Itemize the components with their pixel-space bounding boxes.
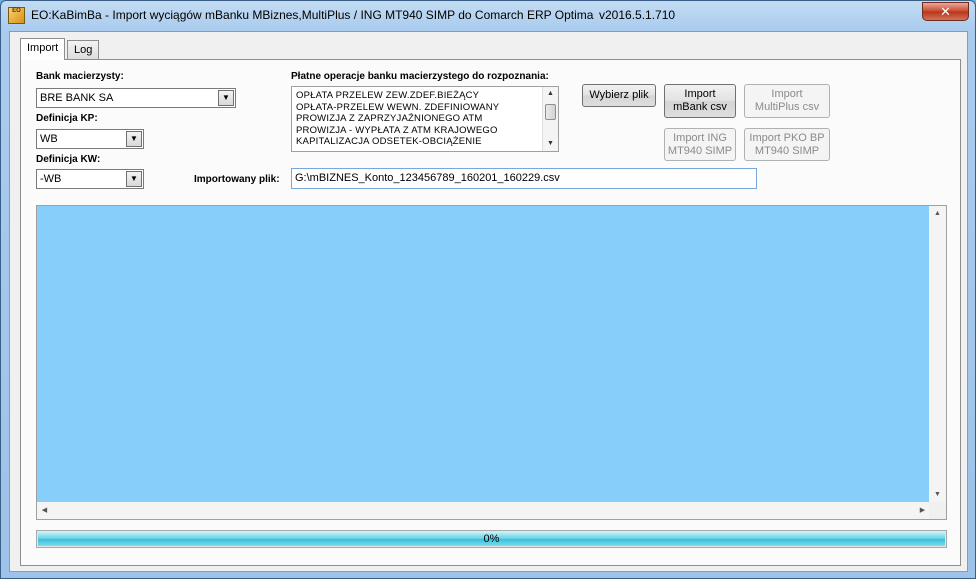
import-ing-line2: MT940 SIMP [667,145,733,157]
import-mbank-button[interactable]: Import mBank csv [664,84,736,118]
chevron-down-icon[interactable]: ▼ [126,171,142,187]
close-icon: ✕ [940,4,951,19]
list-item[interactable]: OPŁATA PRZELEW ZEW.ZDEF.BIEŻĄCY [296,90,558,102]
scroll-thumb[interactable] [545,104,556,120]
scroll-corner [929,502,946,519]
close-button[interactable]: ✕ [922,2,969,21]
import-ing-button[interactable]: Import ING MT940 SIMP [664,128,736,161]
operations-scrollbar[interactable]: ▲ ▼ [542,87,558,151]
import-mbank-line1: Import [684,88,716,100]
window-version: v2016.5.1.710 [599,8,676,22]
app-logo-icon: EO [8,7,25,24]
kw-label: Definicja KW: [36,154,101,165]
import-ing-line1: Import ING [673,132,727,144]
tab-import[interactable]: Import [20,38,66,60]
progress-bar: 0% [36,530,947,548]
bank-select[interactable]: BRE BANK SA ▼ [36,88,236,108]
scroll-down-icon[interactable]: ▼ [930,487,945,502]
import-multiplus-line2: MultiPlus csv [754,101,820,113]
bank-label: Bank macierzysty: [36,71,124,82]
operations-label: Płatne operacje banku macierzystego do r… [291,71,549,82]
import-pko-button[interactable]: Import PKO BP MT940 SIMP [744,128,830,161]
kw-select[interactable]: -WB ▼ [36,169,144,189]
scroll-left-icon[interactable]: ◀ [37,503,52,518]
progress-label: 0% [483,533,500,545]
import-pko-line1: Import PKO BP [749,132,825,144]
log-horizontal-scrollbar[interactable]: ◀ ▶ [37,502,930,519]
kw-select-value: -WB [40,173,62,185]
chevron-down-icon[interactable]: ▼ [126,131,142,147]
operations-list[interactable]: OPŁATA PRZELEW ZEW.ZDEF.BIEŻĄCY OPŁATA-P… [291,86,559,152]
scroll-right-icon[interactable]: ▶ [915,503,930,518]
import-mbank-line2: mBank csv [673,101,727,113]
file-label: Importowany plik: [194,174,280,185]
import-pko-line2: MT940 SIMP [754,145,820,157]
file-path-input[interactable]: G:\mBIZNES_Konto_123456789_160201_160229… [291,168,757,189]
import-multiplus-button[interactable]: Import MultiPlus csv [744,84,830,118]
list-item[interactable]: PROWIZJA - WYPŁATA Z ATM KRAJOWEGO [296,125,558,137]
list-item[interactable]: KAPITALIZACJA ODSETEK-OBCIĄŻENIE [296,136,558,148]
kp-select-value: WB [40,133,58,145]
import-multiplus-line1: Import [771,88,803,100]
list-item[interactable]: OPŁATA-PRZELEW WEWN. ZDEFINIOWANY [296,102,558,114]
log-vertical-scrollbar[interactable]: ▲ ▼ [929,206,946,502]
window-title: EO:KaBimBa - Import wyciągów mBanku MBiz… [31,8,594,22]
scroll-up-icon[interactable]: ▲ [930,206,945,221]
import-tab-panel: Bank macierzysty: BRE BANK SA ▼ Definicj… [20,59,961,566]
bank-select-value: BRE BANK SA [40,92,114,104]
chevron-down-icon[interactable]: ▼ [218,90,234,106]
choose-file-button[interactable]: Wybierz plik [582,84,656,107]
kp-select[interactable]: WB ▼ [36,129,144,149]
scroll-up-icon[interactable]: ▲ [543,87,558,101]
tab-log[interactable]: Log [67,40,100,60]
client-area: Import Log Bank macierzysty: BRE BANK SA… [9,31,968,572]
kp-label: Definicja KP: [36,113,98,124]
title-bar[interactable]: EO EO:KaBimBa - Import wyciągów mBanku M… [1,1,975,31]
list-item[interactable]: PROWIZJA Z ZAPRZYJAŹNIONEGO ATM [296,113,558,125]
log-output-area[interactable]: ▲ ▼ ◀ ▶ [36,205,947,520]
scroll-down-icon[interactable]: ▼ [543,137,558,151]
app-window: EO EO:KaBimBa - Import wyciągów mBanku M… [0,0,976,579]
